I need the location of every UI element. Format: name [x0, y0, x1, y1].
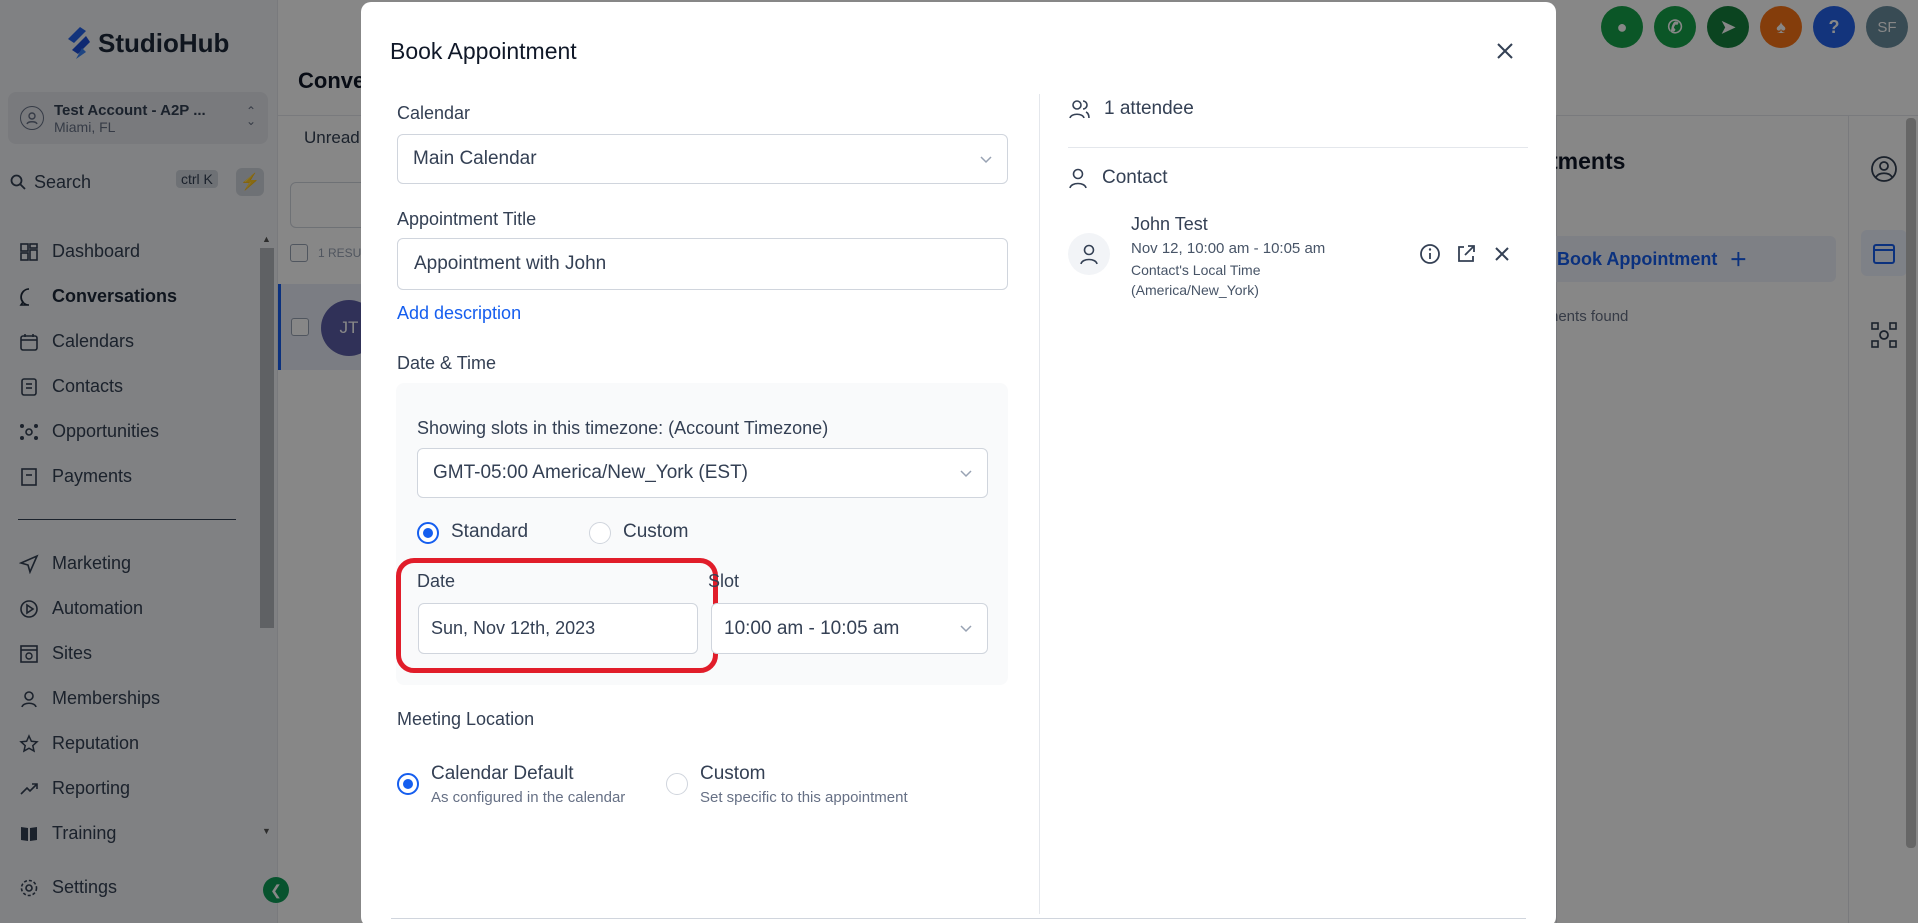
chevron-down-icon	[960, 470, 972, 478]
location-default-sub: As configured in the calendar	[431, 789, 626, 806]
location-default-title: Calendar Default	[431, 763, 574, 784]
appointment-title-input[interactable]: Appointment with John	[397, 238, 1008, 290]
attendees-count: 1 attendee	[1104, 98, 1194, 119]
footer-divider	[391, 918, 1526, 919]
location-custom-sub: Set specific to this appointment	[700, 789, 908, 806]
chevron-down-icon	[980, 156, 992, 164]
contact-actions	[1418, 242, 1514, 266]
slot-value: 10:00 am - 10:05 am	[724, 617, 900, 639]
attendees-header: 1 attendee	[1068, 98, 1194, 120]
meeting-location-label: Meeting Location	[397, 709, 535, 729]
slot-custom-radio[interactable]: Custom	[589, 521, 688, 544]
book-appointment-modal: Book Appointment Calendar Main Calendar …	[361, 2, 1556, 923]
location-default-radio[interactable]: Calendar Default As configured in the ca…	[397, 763, 625, 806]
timezone-value: GMT-05:00 America/New_York (EST)	[433, 462, 749, 483]
user-icon	[1080, 244, 1098, 265]
calendar-select[interactable]: Main Calendar	[397, 134, 1008, 184]
radio-checked	[397, 773, 419, 795]
close-icon[interactable]	[1492, 38, 1518, 64]
radio-checked	[417, 522, 439, 544]
slot-label: Slot	[708, 571, 740, 591]
radio-unchecked	[666, 773, 688, 795]
contact-appointment-time: Nov 12, 10:00 am - 10:05 am	[1131, 240, 1326, 257]
timezone-select[interactable]: GMT-05:00 America/New_York (EST)	[417, 448, 988, 498]
location-custom-title: Custom	[700, 763, 766, 784]
contact-avatar	[1068, 233, 1110, 275]
contact-header: Contact	[1068, 167, 1167, 189]
user-icon	[1069, 168, 1087, 189]
external-link-icon[interactable]	[1454, 242, 1478, 266]
contact-local-time: Contact's Local Time (America/New_York)	[1131, 262, 1261, 298]
slot-custom-label: Custom	[623, 521, 689, 542]
appointment-title-label: Appointment Title	[397, 209, 537, 229]
contact-name: John Test	[1131, 214, 1208, 234]
users-icon	[1069, 100, 1090, 119]
calendar-select-value: Main Calendar	[413, 148, 537, 169]
column-divider	[1039, 94, 1040, 914]
calendar-label: Calendar	[397, 103, 471, 123]
slot-standard-radio[interactable]: Standard	[417, 521, 528, 544]
date-time-label: Date & Time	[397, 353, 497, 373]
appointment-title-value: Appointment with John	[414, 253, 607, 274]
slot-standard-label: Standard	[451, 521, 529, 542]
info-icon[interactable]	[1418, 242, 1442, 266]
chevron-down-icon	[960, 625, 972, 633]
radio-unchecked	[589, 522, 611, 544]
remove-contact-icon[interactable]	[1490, 242, 1514, 266]
add-description-link[interactable]: Add description	[397, 303, 521, 324]
contact-header-label: Contact	[1102, 167, 1168, 188]
slot-select[interactable]: 10:00 am - 10:05 am	[711, 603, 988, 654]
date-highlight-annotation	[396, 558, 718, 673]
modal-title: Book Appointment	[390, 38, 577, 64]
timezone-label: Showing slots in this timezone: (Account…	[417, 418, 829, 438]
attendees-divider	[1068, 147, 1528, 148]
location-custom-radio[interactable]: Custom Set specific to this appointment	[666, 763, 908, 806]
